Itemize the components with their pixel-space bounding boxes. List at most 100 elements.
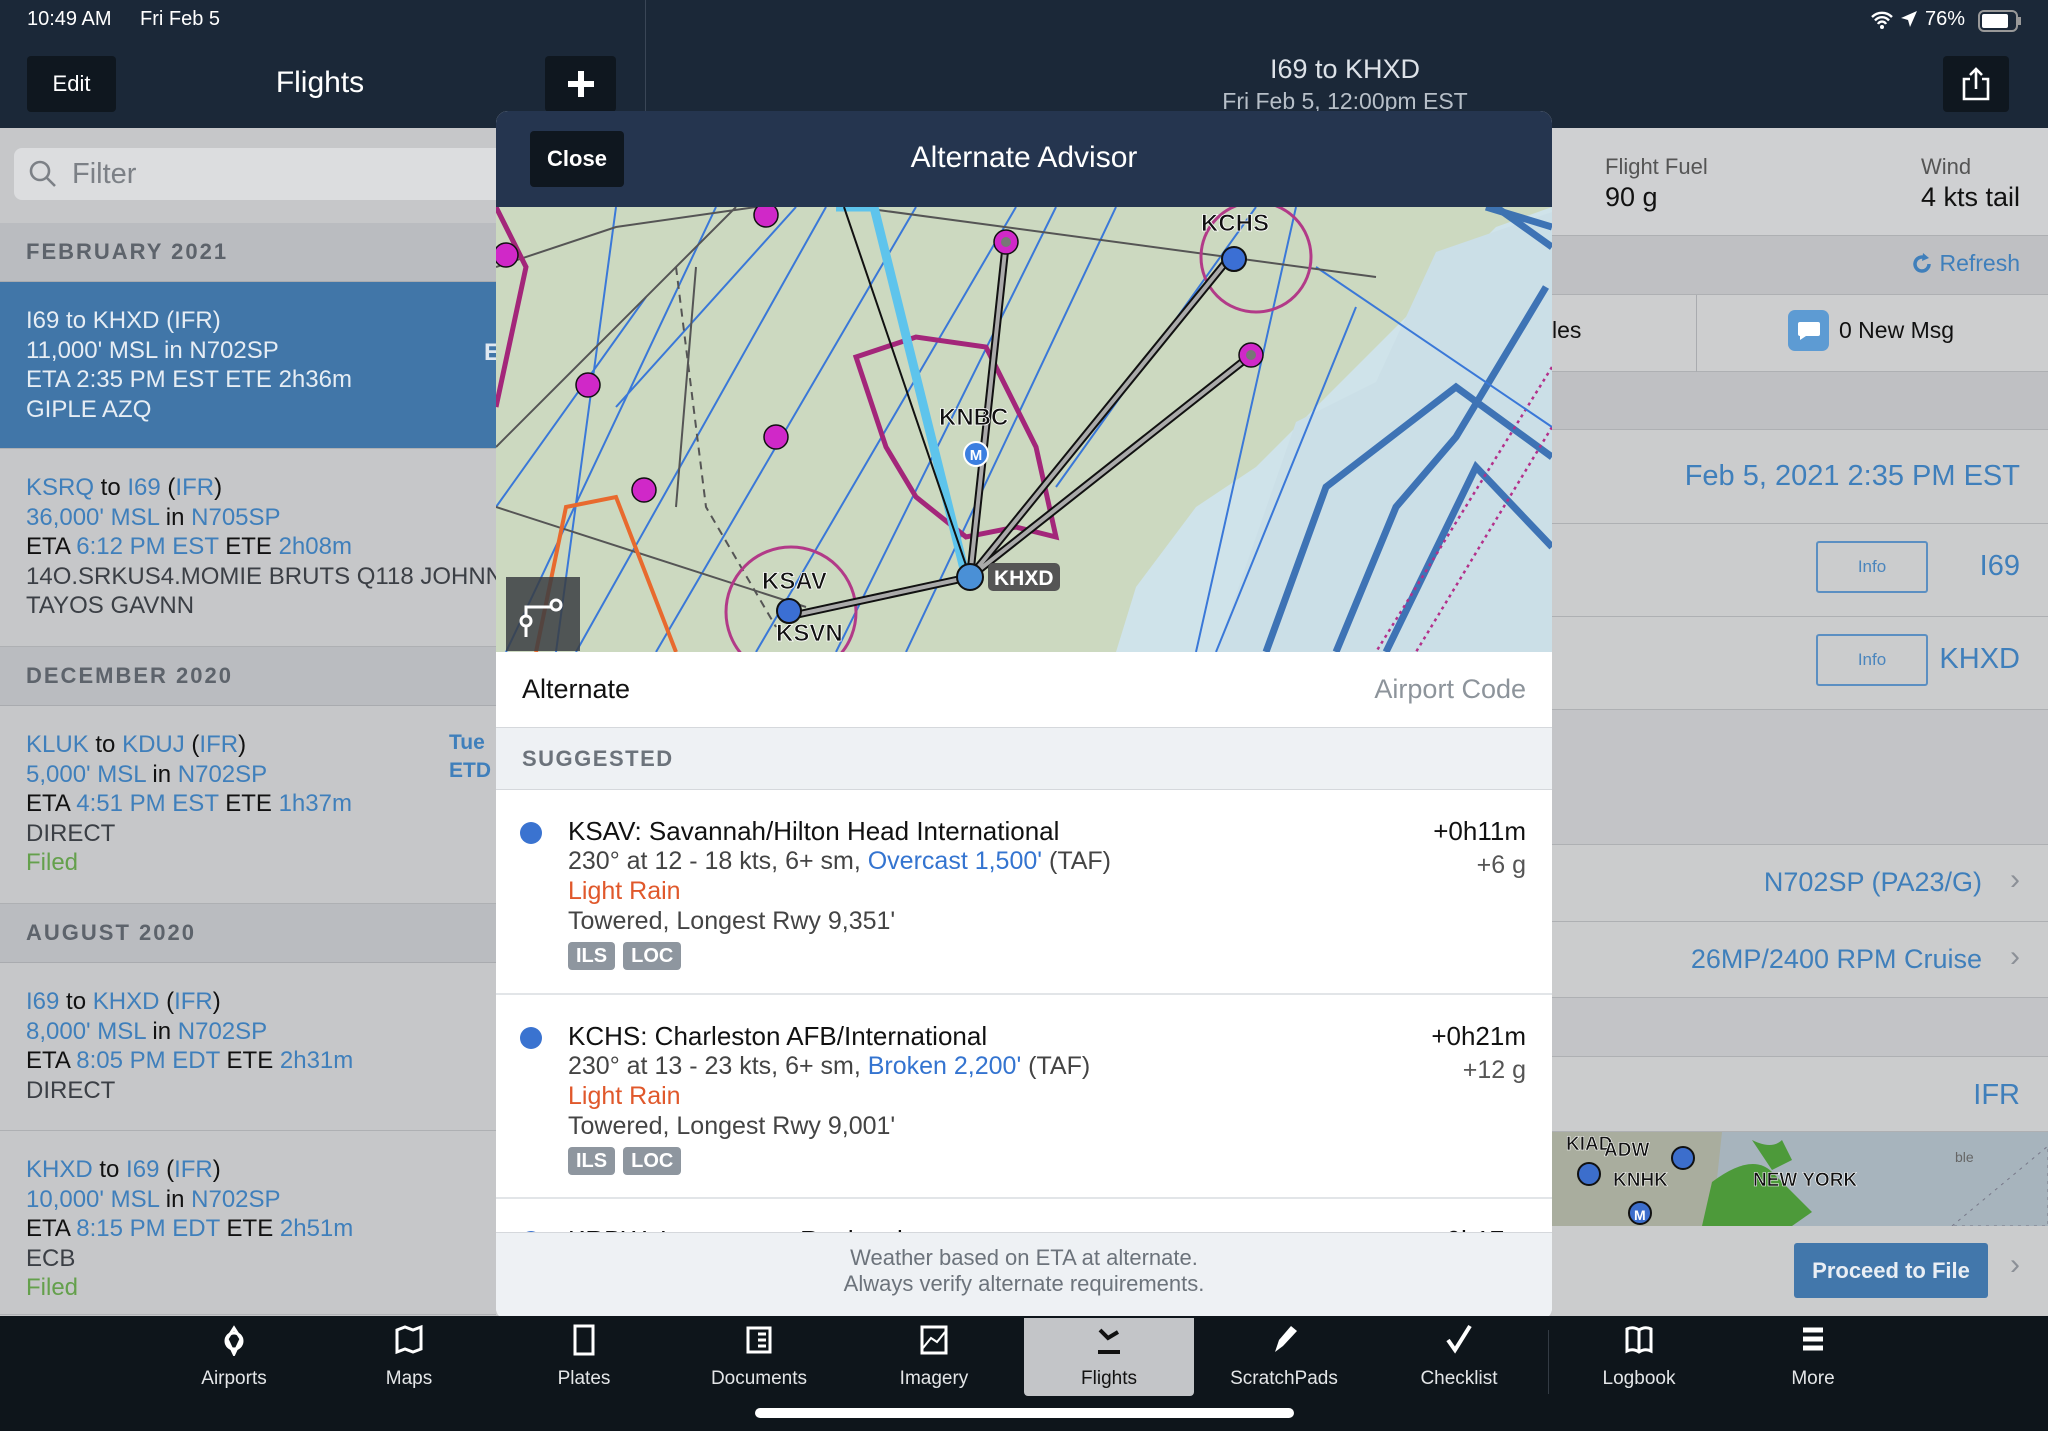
tab-checklist[interactable]: Checklist (1374, 1318, 1544, 1396)
flight-line: ETA 8:05 PM EDT ETE 2h31m (26, 1046, 496, 1076)
flight-rules-row[interactable]: IFR (1552, 1057, 2048, 1132)
departure-airport[interactable]: I69 (1980, 550, 2020, 583)
departure-info-button[interactable]: Info (1816, 541, 1928, 593)
flight-text: in (145, 760, 178, 788)
flight-list-item[interactable]: KHXD to I69 (IFR) 10,000' MSL in N702SP ET… (0, 1131, 496, 1315)
flight-line: 8,000' MSL in N702SP (26, 1017, 496, 1047)
flight-text: ETA (26, 1215, 77, 1242)
approach-tag: LOC (623, 1147, 682, 1175)
flight-list-item[interactable]: KLUK to KDUJ (IFR) 5,000' MSL in N702SP ET… (0, 706, 496, 904)
flight-list-panel: Filter FEBRUARY 2021 I69 to KHXD (IFR) 11,… (0, 128, 496, 1316)
etd-partial: ETD (449, 759, 491, 782)
flight-line: DIRECT (26, 819, 496, 849)
flight-text: 36,000' MSL (26, 503, 160, 531)
add-flight-button[interactable] (545, 56, 616, 112)
alternate-advisor-modal: Close Alternate Advisor M KCHS KNBC KSAV… (496, 111, 1552, 1320)
flight-line: I69 to KHXD (IFR) (26, 987, 496, 1017)
tab-label: ScratchPads (1230, 1368, 1338, 1389)
filter-input[interactable]: Filter (14, 148, 496, 200)
destination-airport[interactable]: KHXD (1939, 643, 2020, 676)
flight-text: in (159, 503, 192, 531)
flight-text: to (59, 307, 93, 334)
alternate-item[interactable]: KCHS: Charleston AFB/International +0h21m… (496, 995, 1552, 1199)
flight-text: to (94, 474, 128, 501)
alternate-item[interactable]: KSAV: Savannah/Hilton Head International… (496, 790, 1552, 995)
mini-map-label: KNHK (1613, 1170, 1668, 1191)
mini-map-label: ble (1955, 1149, 1974, 1165)
flight-text: GIPLE AZQ (26, 395, 152, 423)
eta-row[interactable]: Feb 5, 2021 2:35 PM EST (1552, 430, 2048, 524)
status-date: Fri Feb 5 (140, 8, 221, 30)
tabs-row: les 0 New Msg (1552, 295, 2048, 372)
flight-text: I69 (26, 307, 60, 334)
tab-logbook[interactable]: Logbook (1554, 1318, 1724, 1396)
eta-datetime[interactable]: Feb 5, 2021 2:35 PM EST (1685, 460, 2020, 493)
destination-info-button[interactable]: Info (1816, 634, 1928, 686)
flight-list-item[interactable]: I69 to KHXD (IFR) 11,000' MSL in N702SP ET… (0, 282, 496, 449)
refresh-label: Refresh (1939, 250, 2020, 276)
departure-row: Info I69 (1552, 524, 2048, 617)
checklist-icon (1444, 1324, 1474, 1368)
flight-text: ( (160, 474, 176, 501)
modal-title: Alternate Advisor (910, 141, 1138, 174)
edit-button[interactable]: Edit (27, 56, 116, 112)
flight-line: Filed (26, 848, 496, 878)
flight-list-item[interactable]: KSRQ to I69 (IFR) 36,000' MSL in N705SP ET… (0, 449, 496, 647)
flight-text: ETA (26, 366, 77, 393)
flight-text: N705SP (191, 503, 281, 531)
home-indicator[interactable] (755, 1408, 1294, 1418)
search-icon (29, 160, 56, 187)
alternate-input-row[interactable]: Alternate Airport Code (496, 652, 1552, 728)
partial-tab-label[interactable]: les (1552, 317, 1581, 344)
refresh-button[interactable]: Refresh (1911, 250, 2020, 277)
section-header: AUGUST 2020 (0, 904, 496, 963)
route-mini-map[interactable]: KIAD ADW KNHK NEW YORK ble M (1552, 1132, 2048, 1226)
flight-text: I69 (127, 474, 161, 501)
flight-rules-value: IFR (1973, 1079, 2020, 1111)
flight-text: 2h36m (278, 366, 352, 393)
detail-title: I69 to KHXD (1269, 54, 1421, 84)
tab-airports[interactable]: Airports (149, 1318, 319, 1396)
forecast-source: (TAF) (1042, 847, 1112, 875)
flight-text: ETA (26, 533, 77, 560)
ceiling-link[interactable]: Overcast 1,500' (868, 847, 1042, 875)
chevron-right-icon: › (2010, 1248, 2020, 1281)
flight-text: 5,000' MSL (26, 760, 146, 788)
flight-text: in (159, 1185, 192, 1213)
airport-code-input[interactable]: Airport Code (1374, 674, 1526, 705)
tab-flights[interactable]: Flights (1024, 1318, 1194, 1396)
tab-label: Airports (201, 1368, 267, 1389)
share-button[interactable] (1943, 56, 2009, 112)
flights-icon (1094, 1324, 1124, 1368)
profile-row[interactable]: 26MP/2400 RPM Cruise › (1552, 922, 2048, 998)
map-label-ksvn: KSVN (776, 620, 843, 647)
flight-line: 10,000' MSL in N702SP (26, 1185, 496, 1215)
flight-fuel-label: Flight Fuel (1605, 154, 1708, 179)
tab-maps[interactable]: Maps (324, 1318, 494, 1396)
ceiling-link[interactable]: Broken 2,200' (868, 1052, 1022, 1080)
flight-text: 8:15 PM EDT (76, 1215, 220, 1242)
map-label-knbc: KNBC (939, 404, 1008, 431)
tab-plates[interactable]: Plates (499, 1318, 669, 1396)
mini-map-label: NEW YORK (1753, 1170, 1857, 1191)
aircraft-row[interactable]: N702SP (PA23/G) › (1552, 845, 2048, 922)
flight-list-item[interactable]: I69 to KHXD (IFR) 8,000' MSL in N702SP ETA… (0, 963, 496, 1131)
mini-map-label: M (1634, 1207, 1646, 1223)
messages-button[interactable]: 0 New Msg (1788, 310, 1954, 351)
alternate-time: +0h11m (1433, 816, 1526, 846)
flight-text: ( (159, 988, 175, 1015)
flight-text: ETA (26, 1047, 77, 1074)
map-label-kchs: KCHS (1201, 210, 1269, 237)
flight-line: DIRECT (26, 1076, 496, 1106)
flight-text: 1h37m (278, 790, 352, 817)
status-dot-icon (520, 822, 542, 844)
military-field-label: M (970, 447, 983, 464)
tab-documents[interactable]: Documents (674, 1318, 844, 1396)
tab-scratchpads[interactable]: ScratchPads (1199, 1318, 1369, 1396)
route-tool-button[interactable] (506, 577, 580, 651)
tab-imagery[interactable]: Imagery (849, 1318, 1019, 1396)
alternate-map[interactable]: M KCHS KNBC KSAV KSVN KHXD (496, 207, 1552, 652)
flight-text: 8,000' MSL (26, 1017, 146, 1045)
tab-more[interactable]: More (1728, 1318, 1898, 1396)
proceed-to-file-button[interactable]: Proceed to File (1794, 1243, 1988, 1298)
